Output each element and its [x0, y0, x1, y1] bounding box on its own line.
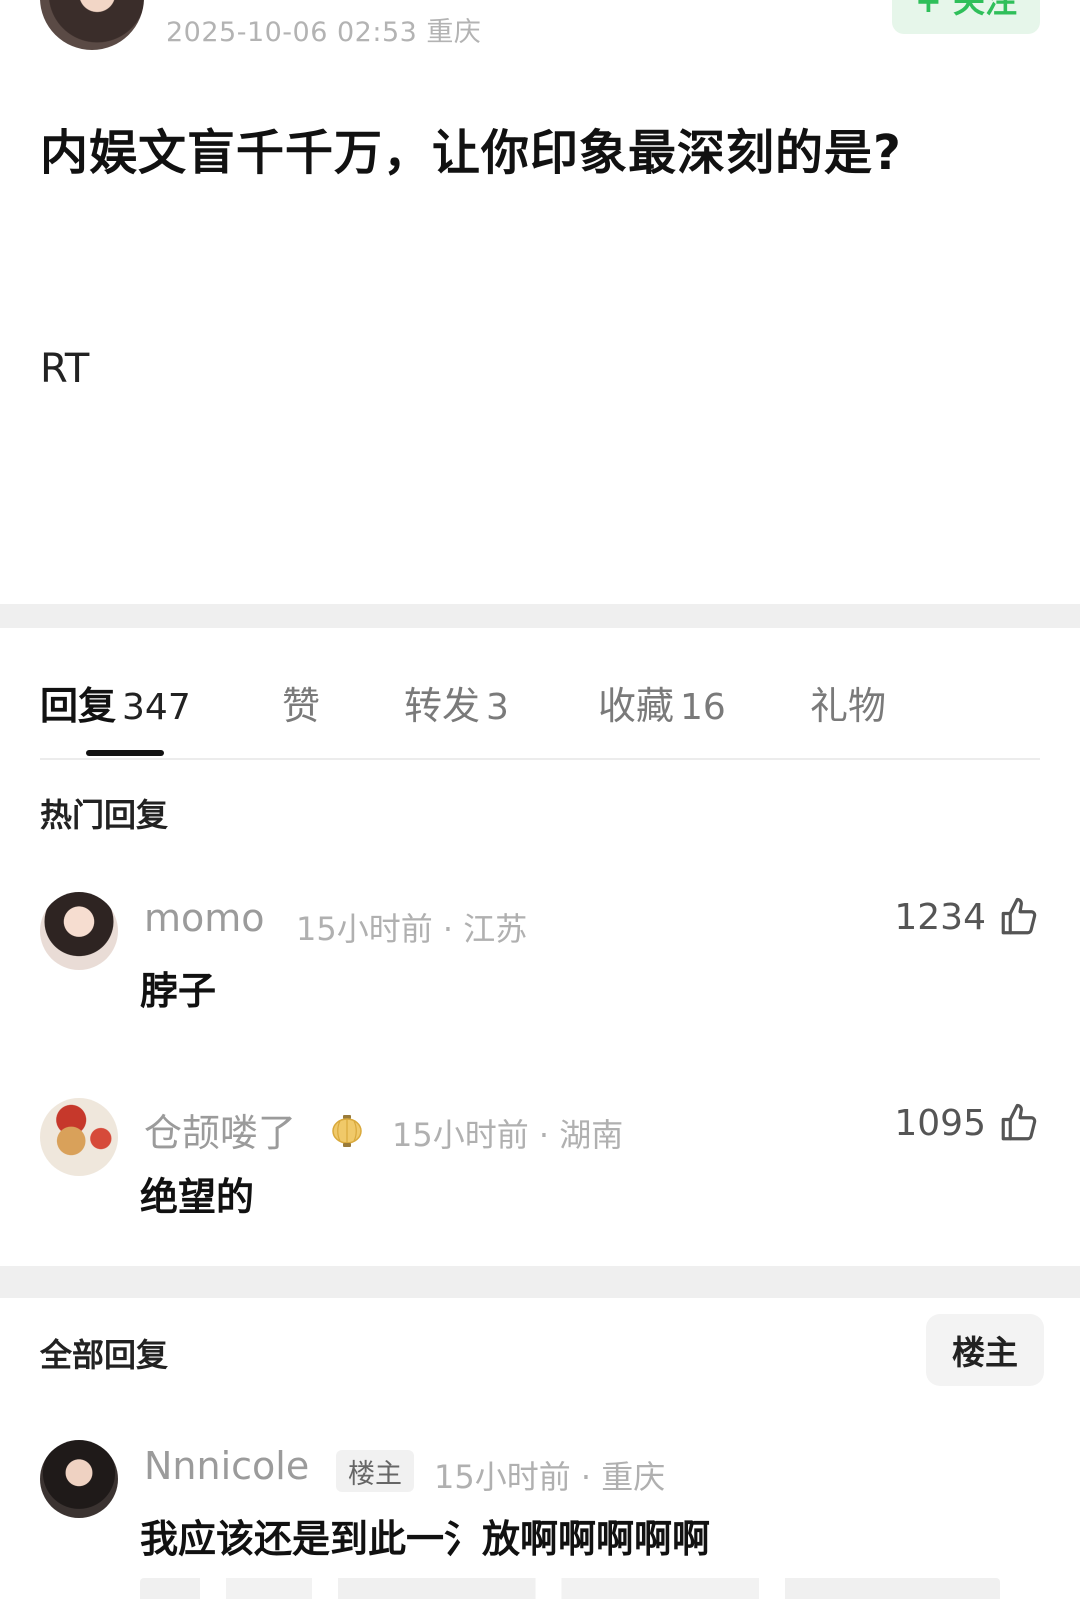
- tab-gifts[interactable]: 礼物: [810, 675, 886, 730]
- thumbs-up-icon: [1001, 1103, 1037, 1141]
- tab-label: 礼物: [810, 684, 887, 728]
- reply-username[interactable]: momo: [144, 896, 265, 940]
- tab-label: 转发: [404, 684, 481, 728]
- reply-content: 脖子: [140, 969, 217, 1013]
- op-tag: 楼主: [336, 1450, 414, 1492]
- avatar[interactable]: [40, 892, 118, 970]
- post-title: 内娱文盲千千万，让你印象最深刻的是?: [40, 125, 902, 181]
- hot-replies-title: 热门回复: [40, 796, 169, 834]
- like-button[interactable]: 1234: [894, 896, 1040, 938]
- section-separator: [0, 604, 1080, 628]
- tab-count: 347: [122, 687, 191, 728]
- lantern-badge-icon: [332, 1115, 362, 1147]
- reply-meta: 15小时前 · 重庆: [434, 1458, 666, 1496]
- tab-label: 赞: [282, 684, 321, 728]
- tab-likes[interactable]: 赞: [282, 675, 320, 730]
- reply-content: 绝望的: [140, 1175, 255, 1219]
- tab-replies[interactable]: 回复 347: [40, 675, 191, 730]
- cut-off-text-line: [140, 1578, 1000, 1599]
- all-replies-title: 全部回复: [40, 1336, 169, 1374]
- follow-button[interactable]: + 关注: [892, 0, 1040, 34]
- op-only-filter-button[interactable]: 楼主: [926, 1314, 1044, 1386]
- section-separator: [0, 1266, 1080, 1298]
- post-body: RT: [40, 346, 90, 392]
- post-meta: 2025-10-06 02:53 重庆: [166, 17, 482, 48]
- reply-username[interactable]: Nnnicole: [144, 1444, 309, 1488]
- like-button[interactable]: 1095: [894, 1102, 1040, 1144]
- tab-favorites[interactable]: 收藏 16: [598, 675, 726, 730]
- hot-reply-item[interactable]: momo 15小时前 · 江苏 脖子 1234: [40, 892, 1040, 1022]
- author-avatar[interactable]: [40, 0, 144, 50]
- like-count: 1095: [894, 1102, 986, 1144]
- reply-meta: 15小时前 · 江苏: [296, 910, 528, 948]
- thumbs-up-icon: [1001, 897, 1037, 935]
- like-count: 1234: [894, 896, 986, 938]
- reply-tabs: 回复 347 赞 转发 3 收藏 16 礼物: [40, 675, 1040, 759]
- tab-label: 收藏: [598, 684, 675, 728]
- post-card: 2025-10-06 02:53 重庆 + 关注 内娱文盲千千万，让你印象最深刻…: [0, 0, 1080, 604]
- tab-reposts[interactable]: 转发 3: [404, 675, 509, 730]
- avatar[interactable]: [40, 1440, 118, 1518]
- hot-reply-item[interactable]: 仓颉喽了 15小时前 · 湖南 绝望的 1095: [40, 1098, 1040, 1228]
- tab-label: 回复: [40, 684, 117, 728]
- tab-count: 3: [486, 687, 509, 728]
- tab-count: 16: [680, 687, 726, 728]
- reply-meta: 15小时前 · 湖南: [392, 1116, 624, 1154]
- avatar[interactable]: [40, 1098, 118, 1176]
- tabs-divider: [40, 758, 1040, 760]
- reply-item[interactable]: Nnnicole 楼主 15小时前 · 重庆 我应该还是到此一氵放啊啊啊啊啊: [40, 1440, 1040, 1570]
- reply-content: 我应该还是到此一氵放啊啊啊啊啊: [140, 1517, 711, 1561]
- active-tab-indicator: [86, 750, 164, 756]
- reply-username[interactable]: 仓颉喽了: [144, 1102, 296, 1157]
